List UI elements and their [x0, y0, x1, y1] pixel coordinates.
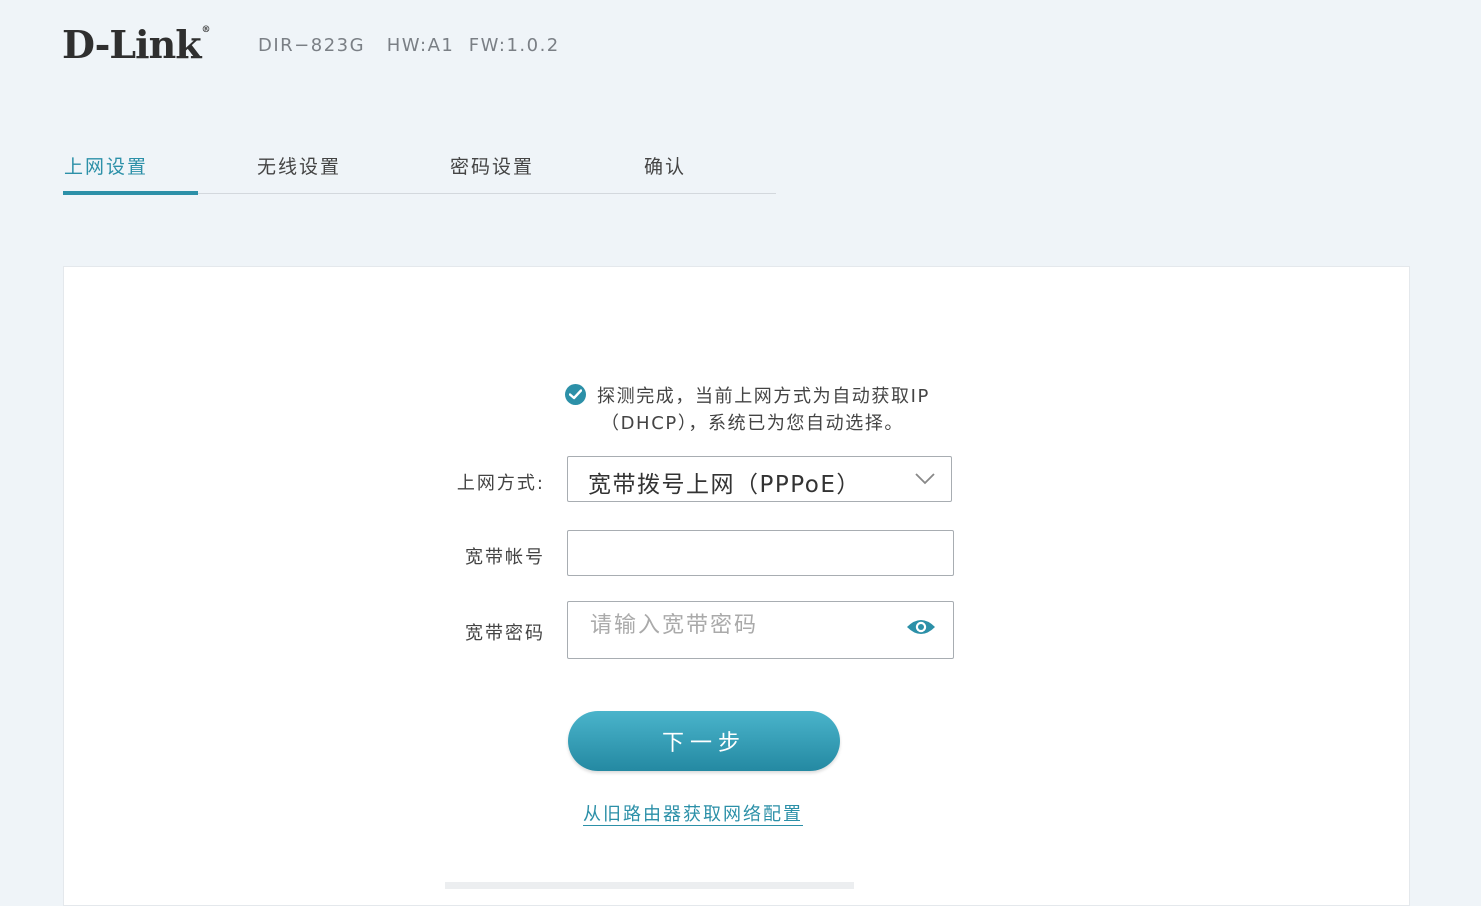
password-field[interactable]	[567, 601, 954, 659]
notice-line-2: （DHCP），系统已为您自动选择。	[601, 413, 905, 434]
eye-icon[interactable]	[906, 617, 936, 637]
tab-internet-settings[interactable]: 上网设置	[64, 152, 148, 179]
account-input[interactable]	[588, 539, 892, 566]
model-name: DIR−823G	[258, 35, 366, 56]
logo-text: D-Link	[62, 22, 202, 67]
setup-tabs: 上网设置 无线设置 密码设置 确认	[63, 150, 776, 195]
dlink-logo: D-Link®	[62, 22, 211, 67]
hardware-version: HW:A1	[386, 35, 455, 56]
check-circle-icon	[565, 384, 586, 405]
next-step-button[interactable]: 下一步	[568, 711, 840, 771]
active-tab-indicator	[63, 191, 198, 195]
connection-mode-label: 上网方式:	[456, 473, 545, 494]
notice-line-1: 探测完成，当前上网方式为自动获取IP	[597, 386, 930, 407]
account-label: 宽带帐号	[465, 547, 545, 568]
tab-confirm[interactable]: 确认	[644, 152, 686, 179]
connection-mode-value: 宽带拨号上网（PPPoE）	[588, 472, 861, 498]
bottom-divider	[445, 882, 854, 889]
import-config-link[interactable]: 从旧路由器获取网络配置	[583, 800, 803, 826]
device-info: DIR−823G HW:A1 FW:1.0.2	[258, 35, 560, 56]
tab-password-settings[interactable]: 密码设置	[450, 152, 534, 179]
chevron-down-icon	[915, 473, 935, 485]
registered-mark: ®	[201, 25, 211, 36]
account-field[interactable]	[567, 530, 954, 576]
password-label: 宽带密码	[465, 623, 545, 644]
password-input[interactable]	[588, 612, 892, 639]
connection-mode-select[interactable]: 宽带拨号上网（PPPoE）	[567, 456, 952, 502]
firmware-version: FW:1.0.2	[468, 35, 560, 56]
tab-wireless-settings[interactable]: 无线设置	[257, 152, 341, 179]
